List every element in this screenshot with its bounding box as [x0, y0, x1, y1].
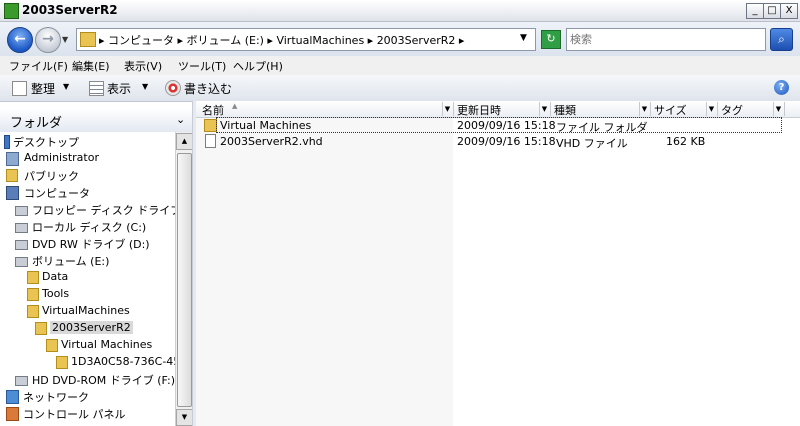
folder-icon — [27, 288, 39, 301]
search-icon: ⌕ — [778, 32, 785, 46]
close-button[interactable]: X — [780, 3, 798, 19]
window-folder-icon — [4, 3, 19, 19]
file-row[interactable]: 2003ServerR2.vhd 2009/09/16 15:18 VHD ファ… — [196, 133, 786, 150]
window-title: 2003ServerR2 — [22, 3, 118, 17]
folder-icon — [35, 322, 47, 335]
folders-pane-header[interactable]: フォルダ ⌄ — [0, 108, 192, 133]
desktop-icon — [4, 135, 10, 149]
column-header-tag[interactable]: タグ ▼ — [718, 102, 785, 117]
floppy-drive-icon — [15, 206, 28, 216]
file-list-header: 名前 ▲ ▼ 更新日時 ▼ 種類 ▼ サイズ ▼ タグ ▼ — [196, 101, 800, 118]
search-button[interactable]: ⌕ — [770, 28, 793, 51]
menu-edit[interactable]: 編集(E) — [72, 58, 110, 74]
folder-icon — [46, 339, 58, 352]
command-bar: 整理 ▼ 表示 ▼ 書き込む ? — [0, 75, 800, 102]
column-dropdown-icon[interactable]: ▼ — [539, 102, 549, 116]
file-modified: 2009/09/16 15:18 — [457, 135, 556, 148]
scroll-down-arrow-icon[interactable]: ▼ — [176, 409, 193, 426]
column-header-size[interactable]: サイズ ▼ — [651, 102, 718, 117]
control-panel-icon — [6, 407, 19, 421]
folder-icon — [27, 305, 39, 318]
back-button[interactable]: ← — [7, 27, 33, 53]
maximize-button[interactable]: □ — [763, 3, 781, 19]
view-icon — [89, 81, 104, 96]
address-input[interactable]: ▸ コンピュータ ▸ ボリューム (E:) ▸ VirtualMachines … — [76, 28, 536, 51]
forward-arrow-icon: → — [42, 31, 54, 47]
organize-chevron-down-icon[interactable]: ▼ — [63, 82, 69, 91]
column-header-name[interactable]: 名前 ▲ ▼ — [196, 102, 454, 117]
file-size: 162 KB — [666, 135, 706, 148]
menu-bar: ファイル(F) 編集(E) 表示(V) ツール(T) ヘルプ(H) — [0, 56, 800, 75]
local-disk-icon — [15, 223, 28, 233]
address-toolbar: ← → ▼ ▸ コンピュータ ▸ ボリューム (E:) ▸ VirtualMac… — [0, 22, 800, 57]
computer-icon — [6, 186, 19, 200]
column-dropdown-icon[interactable]: ▼ — [639, 102, 649, 116]
user-folder-icon — [6, 152, 19, 166]
forward-button[interactable]: → — [35, 27, 61, 53]
folders-header-label: フォルダ — [10, 116, 63, 131]
folder-tree: デスクトップ Administrator パブリック コンピュータ フロッピー … — [0, 132, 175, 426]
view-button[interactable]: 表示 — [107, 80, 131, 97]
menu-help[interactable]: ヘルプ(H) — [233, 58, 283, 74]
file-name: 2003ServerR2.vhd — [220, 135, 323, 148]
dvd-drive-icon — [15, 376, 28, 386]
back-arrow-icon: ← — [14, 31, 26, 47]
dvd-drive-icon — [15, 240, 28, 250]
scrollbar-thumb[interactable] — [177, 153, 192, 407]
refresh-button[interactable]: ↻ — [541, 30, 561, 49]
history-chevron-down-icon[interactable]: ▼ — [62, 35, 68, 44]
folder-icon — [56, 356, 68, 369]
chevron-down-icon[interactable]: ⌄ — [176, 113, 185, 126]
sorted-column-background — [196, 117, 453, 426]
search-input[interactable] — [570, 31, 760, 47]
folder-icon — [6, 169, 18, 182]
tree-scrollbar[interactable]: ▲ ▼ — [175, 132, 193, 426]
drive-icon — [15, 257, 28, 267]
column-header-modified[interactable]: 更新日時 ▼ — [454, 102, 551, 117]
focus-rectangle — [216, 117, 782, 133]
column-dropdown-icon[interactable]: ▼ — [442, 102, 452, 116]
file-icon — [205, 134, 216, 148]
menu-view[interactable]: 表示(V) — [124, 58, 162, 74]
organize-icon — [12, 81, 27, 96]
refresh-icon: ↻ — [546, 32, 556, 45]
address-breadcrumb[interactable]: ▸ コンピュータ ▸ ボリューム (E:) ▸ VirtualMachines … — [99, 32, 464, 48]
network-icon — [6, 390, 19, 404]
scroll-up-arrow-icon[interactable]: ▲ — [176, 133, 193, 150]
menu-tools[interactable]: ツール(T) — [178, 58, 226, 74]
address-dropdown-icon[interactable]: ▼ — [520, 33, 527, 43]
view-chevron-down-icon[interactable]: ▼ — [142, 82, 148, 91]
file-type: VHD ファイル — [556, 137, 628, 150]
burn-disc-icon — [165, 80, 181, 96]
column-dropdown-icon[interactable]: ▼ — [706, 102, 716, 116]
burn-button[interactable]: 書き込む — [184, 80, 232, 97]
folder-icon — [27, 271, 39, 284]
column-header-type[interactable]: 種類 ▼ — [551, 102, 651, 117]
column-dropdown-icon[interactable]: ▼ — [773, 102, 783, 116]
title-bar: 2003ServerR2 _ □ X — [0, 0, 800, 22]
search-box[interactable] — [566, 28, 766, 51]
help-icon[interactable]: ? — [774, 80, 789, 95]
organize-button[interactable]: 整理 — [31, 80, 55, 97]
minimize-button[interactable]: _ — [746, 3, 764, 19]
sort-ascending-icon: ▲ — [232, 102, 238, 110]
menu-file[interactable]: ファイル(F) — [9, 58, 68, 74]
folder-icon — [80, 32, 96, 47]
